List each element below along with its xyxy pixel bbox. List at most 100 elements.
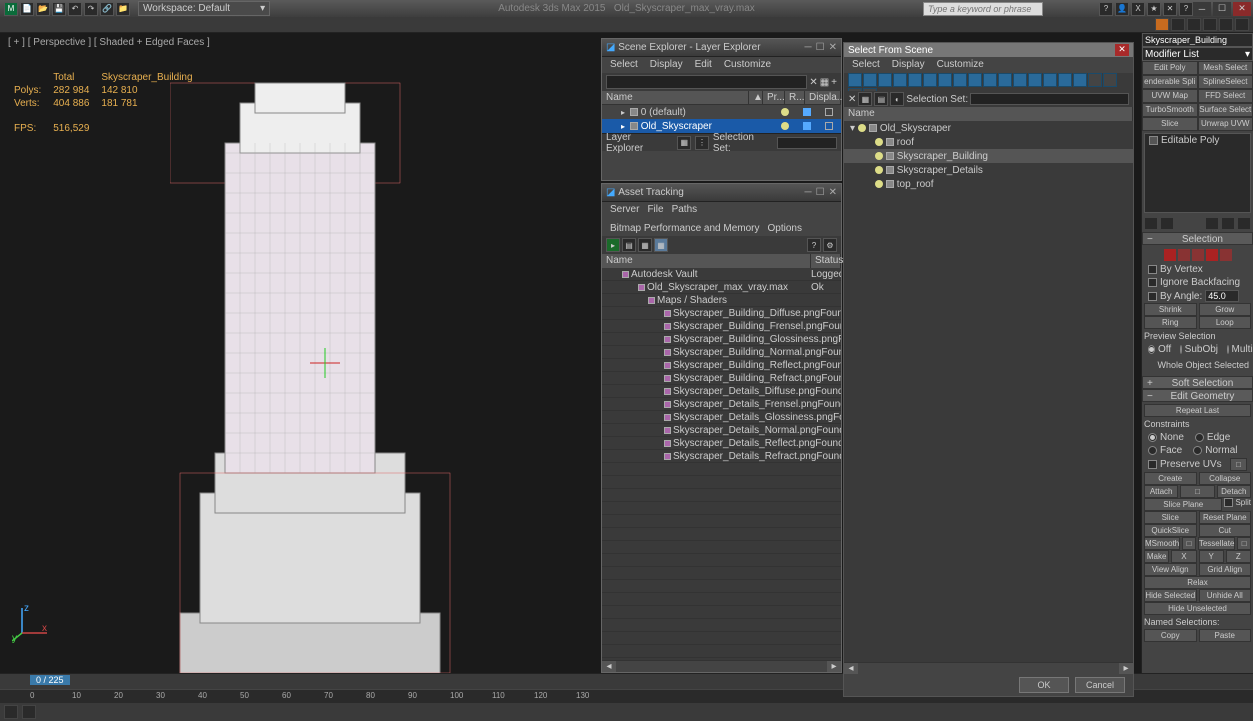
- close-button[interactable]: ✕: [1233, 2, 1251, 16]
- config-sets-icon[interactable]: [1237, 217, 1251, 230]
- x-icon[interactable]: ✕: [1163, 2, 1177, 16]
- filter-icon-4[interactable]: [908, 73, 922, 87]
- link-icon[interactable]: 🔗: [100, 2, 114, 16]
- help-icon[interactable]: ?: [1099, 2, 1113, 16]
- filter-icon-2[interactable]: [878, 73, 892, 87]
- filter-icon-13[interactable]: [1043, 73, 1057, 87]
- filter-icon-3[interactable]: [893, 73, 907, 87]
- selection-set-input[interactable]: [777, 137, 837, 149]
- new-icon[interactable]: 📄: [20, 2, 34, 16]
- exchange-icon[interactable]: X: [1131, 2, 1145, 16]
- menu-paths[interactable]: Paths: [672, 204, 698, 215]
- modifier-stack[interactable]: Editable Poly: [1144, 133, 1251, 213]
- app-menu-icon[interactable]: M: [4, 2, 18, 16]
- make-planar-button[interactable]: Make Planar: [1144, 550, 1169, 563]
- angle-field[interactable]: [1205, 290, 1239, 302]
- hide-selected-button[interactable]: Hide Selected: [1144, 589, 1197, 602]
- grow-button[interactable]: Grow: [1199, 303, 1252, 316]
- preview-multi-radio[interactable]: [1227, 345, 1229, 354]
- create-tab-icon[interactable]: [1155, 18, 1169, 31]
- mesh-select-button[interactable]: Mesh Select: [1198, 61, 1253, 75]
- tessellate-button[interactable]: Tessellate: [1198, 537, 1236, 550]
- asset-row[interactable]: Skyscraper_Building_Glossiness.pngFound: [602, 333, 841, 346]
- filter-icon-14[interactable]: [1058, 73, 1072, 87]
- layer-row[interactable]: ▸ 0 (default): [602, 105, 841, 119]
- copy-button[interactable]: Copy: [1144, 629, 1197, 642]
- show-end-icon[interactable]: [1160, 217, 1174, 230]
- object-name-field[interactable]: [1142, 33, 1253, 47]
- filter-input[interactable]: [606, 75, 807, 89]
- menu-display[interactable]: Display: [650, 59, 683, 71]
- clear-icon[interactable]: ✕: [809, 77, 817, 88]
- filter-icon-5[interactable]: [923, 73, 937, 87]
- add-icon[interactable]: +: [831, 77, 837, 88]
- selection-rollout[interactable]: −Selection: [1142, 232, 1253, 245]
- asset-row[interactable]: Skyscraper_Details_Reflect.pngFound: [602, 437, 841, 450]
- lock-icon[interactable]: [22, 705, 36, 719]
- menu-bitmap-performance-and-memory[interactable]: Bitmap Performance and Memory: [610, 223, 760, 234]
- split-checkbox[interactable]: [1224, 498, 1233, 507]
- undo-icon[interactable]: ↶: [68, 2, 82, 16]
- asset-row[interactable]: Skyscraper_Details_Refract.pngFound: [602, 450, 841, 463]
- help2-icon[interactable]: ?: [1179, 2, 1193, 16]
- reset-plane-button[interactable]: Reset Plane: [1199, 511, 1252, 524]
- scrollbar[interactable]: ◂▸: [844, 662, 1133, 674]
- repeat-last-button[interactable]: Repeat Last: [1144, 404, 1251, 417]
- collapse-button[interactable]: Collapse: [1199, 472, 1252, 485]
- filter-icon-11[interactable]: [1013, 73, 1027, 87]
- menu-options[interactable]: Options: [768, 223, 802, 234]
- ring-button[interactable]: Ring: [1144, 316, 1197, 329]
- preview-off-radio[interactable]: [1148, 345, 1155, 354]
- filter-icon-15[interactable]: [1073, 73, 1087, 87]
- layer-mode-icon[interactable]: ▦: [677, 136, 691, 150]
- asset-row[interactable]: Skyscraper_Building_Reflect.pngFound: [602, 359, 841, 372]
- constraint-normal-radio[interactable]: [1193, 446, 1202, 455]
- edge-subobj-icon[interactable]: [1178, 249, 1190, 261]
- project-icon[interactable]: 📁: [116, 2, 130, 16]
- asset-row[interactable]: Skyscraper_Details_Diffuse.pngFound: [602, 385, 841, 398]
- view-icon[interactable]: ▤: [874, 92, 888, 106]
- asset-row[interactable]: Skyscraper_Building_Normal.pngFound: [602, 346, 841, 359]
- utilities-tab-icon[interactable]: [1235, 18, 1249, 31]
- menu-select[interactable]: Select: [852, 59, 880, 71]
- edit-poly-button[interactable]: Edit Poly: [1142, 61, 1198, 75]
- by-angle-checkbox[interactable]: [1148, 292, 1157, 301]
- enderable-spli-button[interactable]: enderable Spli: [1142, 75, 1198, 89]
- layer-icon[interactable]: ▦: [820, 77, 829, 88]
- asset-row[interactable]: Skyscraper_Details_Frensel.pngFound: [602, 398, 841, 411]
- filter-icon-12[interactable]: [1028, 73, 1042, 87]
- uvw-map-button[interactable]: UVW Map: [1142, 89, 1198, 103]
- by-vertex-checkbox[interactable]: [1148, 265, 1157, 274]
- viewport-label[interactable]: [ + ] [ Perspective ] [ Shaded + Edged F…: [8, 37, 210, 48]
- time-slider[interactable]: 0 / 225: [30, 675, 70, 685]
- scene-node[interactable]: top_roof: [844, 177, 1133, 191]
- pin-stack-icon[interactable]: [1144, 217, 1158, 230]
- asset-row[interactable]: Skyscraper_Building_Frensel.pngFound: [602, 320, 841, 333]
- hide-unselected-button[interactable]: Hide Unselected: [1144, 602, 1251, 615]
- asset-row[interactable]: Skyscraper_Details_Normal.pngFound: [602, 424, 841, 437]
- splineselect-button[interactable]: SplineSelect: [1198, 75, 1253, 89]
- create-button[interactable]: Create: [1144, 472, 1197, 485]
- vertex-subobj-icon[interactable]: [1164, 249, 1176, 261]
- attach-list-button[interactable]: □: [1180, 485, 1214, 498]
- scene-node[interactable]: Skyscraper_Details: [844, 163, 1133, 177]
- asset-row[interactable]: Maps / Shaders: [602, 294, 841, 307]
- menu-server[interactable]: Server: [610, 204, 639, 215]
- polygon-subobj-icon[interactable]: [1206, 249, 1218, 261]
- filter-icon-9[interactable]: [983, 73, 997, 87]
- menu-customize[interactable]: Customize: [724, 59, 771, 71]
- modifier-list-dropdown[interactable]: Modifier List▾: [1142, 47, 1253, 61]
- display-icon-1[interactable]: [1103, 73, 1117, 87]
- preserve-uvs-settings[interactable]: □: [1230, 458, 1247, 471]
- prompt-icon[interactable]: ?: [807, 238, 821, 252]
- menu-file[interactable]: File: [647, 204, 663, 215]
- constraint-none-radio[interactable]: [1148, 433, 1157, 442]
- attach-button[interactable]: Attach: [1144, 485, 1178, 498]
- filter-icon-0[interactable]: [848, 73, 862, 87]
- filter-icon-1[interactable]: [863, 73, 877, 87]
- relax-button[interactable]: Relax: [1144, 576, 1251, 589]
- modify-tab-icon[interactable]: [1171, 18, 1185, 31]
- redo-icon[interactable]: ↷: [84, 2, 98, 16]
- filter-icon-10[interactable]: [998, 73, 1012, 87]
- cancel-button[interactable]: Cancel: [1075, 677, 1125, 693]
